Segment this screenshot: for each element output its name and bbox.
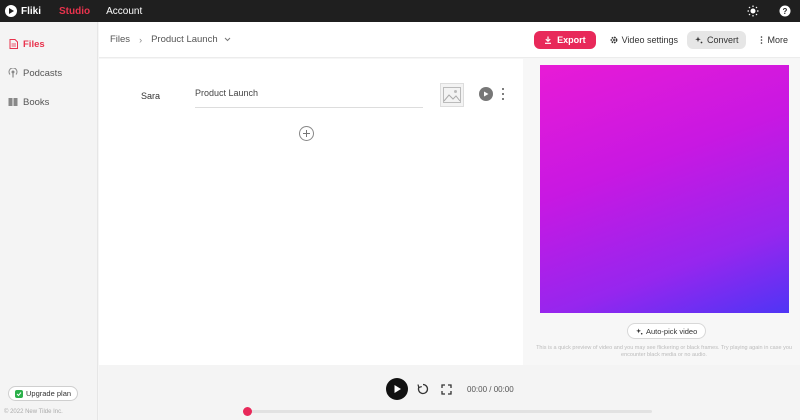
help-icon[interactable]: ? [778,4,792,18]
brand[interactable]: Fliki [5,5,41,17]
replay-icon[interactable] [416,382,430,396]
add-line-button[interactable] [299,126,314,141]
speaker-voice-selector[interactable]: Sara [141,91,160,101]
player-bar: 00:00 / 00:00 [99,365,800,420]
media-thumbnail[interactable] [440,83,464,107]
sidebar-item-label: Files [23,38,45,50]
sidebar-item-label: Books [23,96,50,108]
copyright-text: © 2022 New Tilde Inc. [4,409,63,415]
sidebar-item-label: Podcasts [23,67,63,79]
convert-label: Convert [706,34,739,45]
play-line-button[interactable] [479,87,493,101]
breadcrumb-current[interactable]: Product Launch [151,34,218,45]
top-bar: Fliki Studio Account ? [0,0,800,22]
play-icon [394,385,401,393]
plus-icon [303,130,310,137]
fliki-logo-icon [5,5,17,17]
more-label: More [767,34,788,45]
export-label: Export [557,34,586,45]
breadcrumb: Files › Product Launch [110,34,231,45]
sidebar-item-files[interactable]: Files [8,36,45,52]
kebab-menu-icon [760,35,763,44]
export-button[interactable]: Export [534,30,596,49]
play-button[interactable] [386,378,408,400]
script-line-text[interactable]: Product Launch [195,88,423,108]
brand-name: Fliki [21,5,42,17]
play-icon [484,91,489,97]
svg-text:?: ? [783,7,788,16]
download-icon [544,36,552,44]
file-icon [8,39,18,49]
playback-time: 00:00 / 00:00 [467,385,514,394]
image-placeholder-icon [443,87,461,103]
fullscreen-icon[interactable] [439,382,453,396]
sparkle-icon [695,36,703,44]
chevron-down-icon[interactable] [224,37,231,42]
preview-panel: Auto-pick video This is a quick preview … [523,59,800,365]
auto-pick-video-label: Auto-pick video [646,326,698,336]
sparkle-icon [636,327,643,335]
preview-disclaimer: This is a quick preview of video and you… [536,345,792,358]
video-settings-button[interactable]: Video settings [610,35,678,45]
podcast-icon [8,68,18,78]
sidebar: Files Podcasts Books Upgrade plan © 2022… [0,22,98,420]
gear-icon [610,36,618,44]
theme-toggle-sun-icon[interactable] [746,4,760,18]
sidebar-item-podcasts[interactable]: Podcasts [8,65,62,81]
convert-button[interactable]: Convert [686,30,747,49]
sidebar-item-books[interactable]: Books [8,94,49,110]
nav-account[interactable]: Account [106,6,142,17]
upgrade-plan-label: Upgrade plan [26,389,72,398]
video-settings-label: Video settings [621,34,678,45]
auto-pick-video-button[interactable]: Auto-pick video [627,323,707,339]
script-editor: Sara Product Launch [99,59,523,365]
breadcrumb-separator-icon: › [139,34,143,45]
line-options-kebab-icon[interactable] [500,87,506,101]
playback-scrubber[interactable] [243,407,652,416]
nav-studio[interactable]: Studio [59,6,90,17]
file-header: Files › Product Launch Export Video sett… [99,22,800,58]
breadcrumb-files[interactable]: Files [110,34,130,45]
more-button[interactable]: More [760,35,788,45]
scrubber-handle[interactable] [243,407,252,416]
book-icon [8,97,18,107]
upgrade-plan-button[interactable]: Upgrade plan [8,386,79,401]
check-icon [15,389,23,398]
video-preview [540,65,789,313]
